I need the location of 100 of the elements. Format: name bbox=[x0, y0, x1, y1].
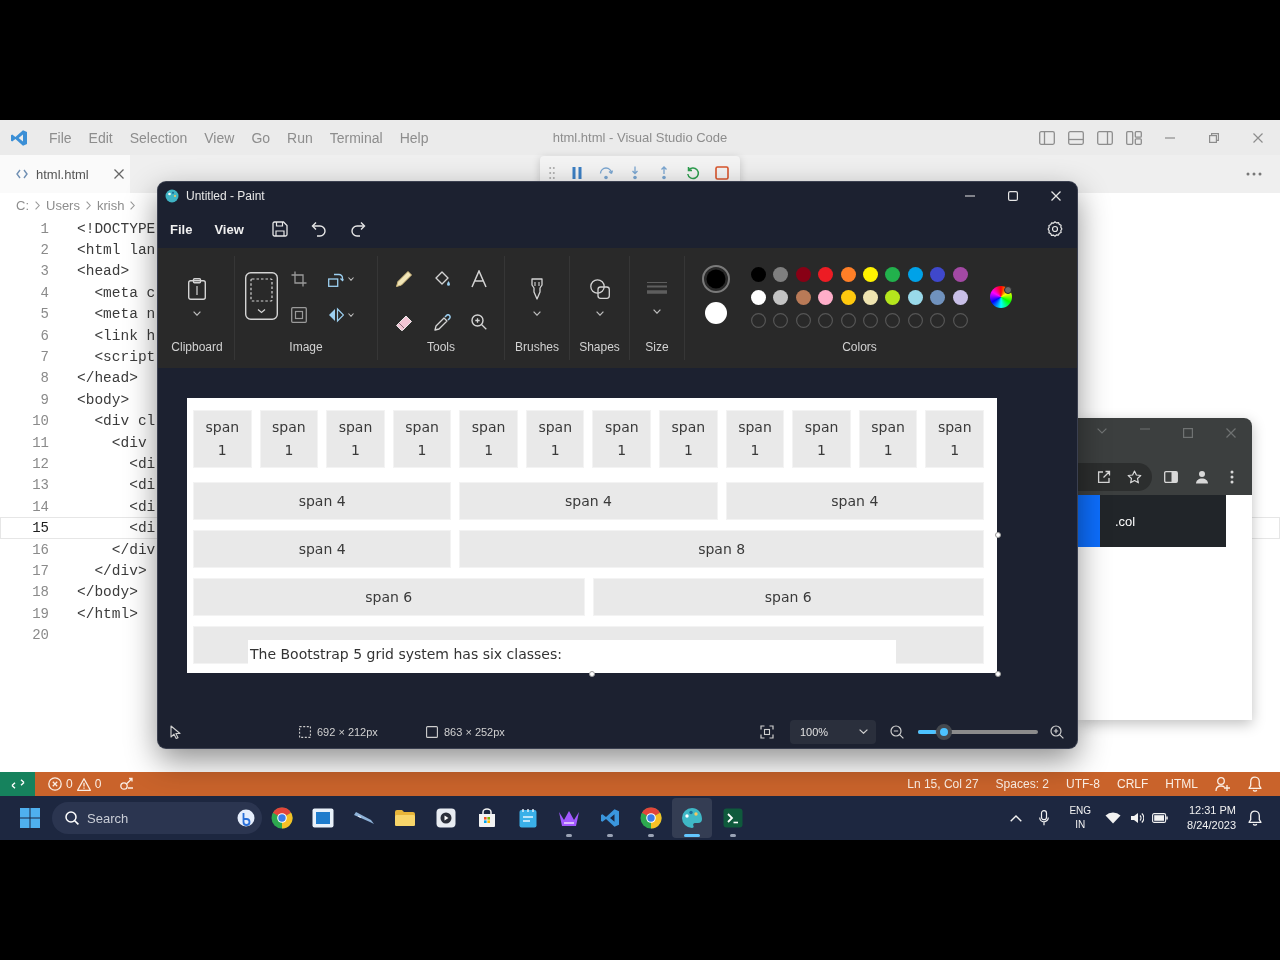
color-swatch-icon[interactable] bbox=[773, 266, 789, 282]
chevron-up-icon[interactable] bbox=[1010, 814, 1023, 822]
pause-icon[interactable] bbox=[570, 166, 584, 180]
pencil-icon[interactable] bbox=[395, 270, 413, 288]
color-swatch-icon[interactable] bbox=[930, 266, 946, 282]
redo-icon[interactable] bbox=[349, 221, 366, 237]
color-swatch-icon[interactable] bbox=[862, 289, 878, 305]
secondary-color-icon[interactable] bbox=[705, 302, 727, 324]
brush-icon[interactable] bbox=[529, 278, 545, 300]
resize-handle-icon[interactable] bbox=[995, 671, 1001, 677]
empty-swatch-icon[interactable] bbox=[773, 312, 789, 328]
breadcrumb-item[interactable]: krish bbox=[96, 198, 125, 213]
taskbar-button[interactable] bbox=[672, 798, 712, 838]
clock-date[interactable]: 8/24/2023 bbox=[1187, 818, 1236, 833]
status-item[interactable]: Spaces: 2 bbox=[995, 777, 1049, 791]
save-icon[interactable] bbox=[271, 221, 288, 237]
color-swatch-icon[interactable] bbox=[818, 289, 834, 305]
empty-swatch-icon[interactable] bbox=[885, 312, 901, 328]
color-swatch-icon[interactable] bbox=[818, 266, 834, 282]
color-swatch-icon[interactable] bbox=[773, 289, 789, 305]
color-swatch-icon[interactable] bbox=[862, 266, 878, 282]
color-swatch-icon[interactable] bbox=[907, 289, 923, 305]
selection-tool-icon[interactable] bbox=[245, 272, 278, 320]
menu-item[interactable]: File bbox=[49, 128, 72, 147]
restore-icon[interactable] bbox=[1209, 132, 1219, 143]
stop-icon[interactable] bbox=[715, 166, 729, 180]
chevron-down-icon[interactable] bbox=[193, 311, 201, 316]
breadcrumb-item[interactable]: C: bbox=[16, 198, 29, 213]
star-icon[interactable] bbox=[1127, 469, 1142, 484]
empty-swatch-icon[interactable] bbox=[862, 312, 878, 328]
empty-swatch-icon[interactable] bbox=[795, 312, 811, 328]
share-icon[interactable] bbox=[1097, 469, 1111, 484]
settings-icon[interactable] bbox=[1047, 221, 1063, 237]
menu-item[interactable]: View bbox=[204, 128, 235, 147]
clock-time[interactable]: 12:31 PM bbox=[1188, 803, 1236, 818]
color-swatch-icon[interactable] bbox=[795, 289, 811, 305]
status-item[interactable]: CRLF bbox=[1117, 777, 1149, 791]
zoom-in-icon[interactable] bbox=[1050, 724, 1064, 739]
color-swatch-icon[interactable] bbox=[885, 266, 901, 282]
search-field[interactable]: Search bbox=[87, 810, 197, 826]
status-item[interactable]: HTML bbox=[1165, 777, 1198, 791]
status-item[interactable]: UTF-8 bbox=[1066, 777, 1100, 791]
empty-swatch-icon[interactable] bbox=[907, 312, 923, 328]
menu-item[interactable]: Terminal bbox=[329, 128, 383, 147]
address-bar[interactable] bbox=[1078, 462, 1152, 491]
color-swatch-icon[interactable] bbox=[952, 289, 968, 305]
color-swatch-icon[interactable] bbox=[885, 289, 901, 305]
problems-button[interactable]: 0 0 bbox=[48, 777, 102, 791]
kebab-menu-icon[interactable] bbox=[1230, 469, 1234, 484]
add-person-icon[interactable] bbox=[1215, 776, 1231, 792]
chevron-down-icon[interactable] bbox=[595, 311, 604, 316]
language-indicator[interactable]: ENG bbox=[1069, 804, 1092, 818]
color-swatch-icon[interactable] bbox=[751, 266, 766, 282]
zoom-out-icon[interactable] bbox=[890, 724, 904, 739]
fit-to-window-icon[interactable] bbox=[760, 724, 774, 739]
empty-swatch-icon[interactable] bbox=[751, 312, 766, 328]
remote-button[interactable] bbox=[0, 772, 35, 796]
color-swatch-icon[interactable] bbox=[907, 266, 923, 282]
notification-bell-icon[interactable] bbox=[1248, 810, 1262, 826]
more-icon[interactable] bbox=[1246, 172, 1262, 176]
crop-icon[interactable] bbox=[291, 271, 307, 287]
menu-item[interactable]: Run bbox=[287, 128, 313, 147]
sidebar-icon[interactable] bbox=[1164, 470, 1178, 483]
color-swatch-icon[interactable] bbox=[840, 289, 856, 305]
text-tool-icon[interactable] bbox=[471, 270, 487, 288]
menu-item[interactable]: Help bbox=[399, 128, 429, 147]
zoom-dropdown[interactable]: 100% bbox=[790, 719, 876, 744]
clipboard-icon[interactable] bbox=[188, 278, 206, 300]
eraser-icon[interactable] bbox=[395, 314, 413, 332]
profile-icon[interactable] bbox=[1195, 469, 1209, 484]
color-swatch-icon[interactable] bbox=[952, 266, 968, 282]
menu-item[interactable]: Selection bbox=[129, 128, 188, 147]
region-indicator[interactable]: IN bbox=[1075, 818, 1086, 832]
resize-icon[interactable] bbox=[291, 307, 307, 323]
chevron-down-icon[interactable] bbox=[653, 309, 661, 314]
primary-color-icon[interactable] bbox=[702, 265, 730, 293]
empty-swatch-icon[interactable] bbox=[840, 312, 856, 328]
battery-icon[interactable] bbox=[1152, 813, 1169, 823]
color-swatch-icon[interactable] bbox=[751, 289, 766, 305]
microphone-icon[interactable] bbox=[1039, 810, 1050, 826]
chevron-down-icon[interactable] bbox=[533, 311, 541, 316]
assistant-icon[interactable] bbox=[237, 809, 255, 827]
volume-icon[interactable] bbox=[1130, 812, 1145, 824]
rotate-icon[interactable] bbox=[328, 271, 344, 287]
drag-handle-icon[interactable] bbox=[549, 166, 555, 180]
color-picker-icon[interactable] bbox=[433, 314, 451, 332]
sidebar-right-icon[interactable] bbox=[1097, 130, 1113, 145]
resize-handle-icon[interactable] bbox=[995, 532, 1001, 538]
editor-tab[interactable]: html.html bbox=[0, 155, 130, 193]
restart-icon[interactable] bbox=[686, 166, 700, 180]
magnifier-icon[interactable] bbox=[471, 314, 487, 330]
breadcrumb-item[interactable]: Users bbox=[46, 198, 80, 213]
menu-item[interactable]: View bbox=[214, 221, 244, 237]
menu-item[interactable]: File bbox=[170, 221, 193, 237]
flip-icon[interactable] bbox=[328, 307, 344, 323]
layout-icon[interactable] bbox=[1126, 130, 1142, 145]
color-swatch-icon[interactable] bbox=[840, 266, 856, 282]
empty-swatch-icon[interactable] bbox=[818, 312, 834, 328]
empty-swatch-icon[interactable] bbox=[930, 312, 946, 328]
empty-swatch-icon[interactable] bbox=[952, 312, 968, 328]
